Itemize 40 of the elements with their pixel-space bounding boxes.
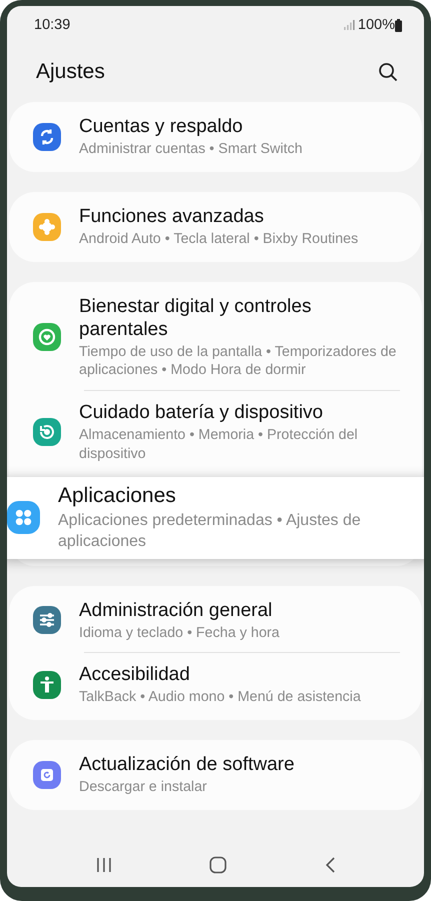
status-time: 10:39 <box>34 17 70 33</box>
item-title: Cuentas y respaldo <box>79 115 244 138</box>
settings-item[interactable]: Bienestar digital y controles parentales Tiempo de uso de la pantalla • Temporizadores de aplicaciones • Modo Hora de dormir <box>9 284 422 390</box>
item-subtitle: Tiempo de uso de la pantalla • Temporizadores de aplicaciones • Modo Hora de dormir <box>79 342 398 380</box>
signal-icon <box>342 19 355 31</box>
person-icon <box>33 671 61 700</box>
gear-icon <box>33 212 61 241</box>
item-subtitle: Descargar e instalar <box>79 778 208 797</box>
item-title: Cuidado batería y dispositivo <box>79 401 324 424</box>
sliders-icon <box>33 606 61 634</box>
item-subtitle: Aplicaciones predeterminadas • Ajustes de aplicaciones <box>58 510 362 552</box>
dots-icon <box>7 501 40 534</box>
item-title: Administración general <box>79 598 274 622</box>
item-title: Accesibilidad <box>79 663 191 686</box>
refresh-icon <box>33 418 61 446</box>
item-title: Actualización de software <box>79 753 296 776</box>
settings-item[interactable]: Administración general Idioma y teclado • Fecha y hora <box>9 588 422 652</box>
sync-icon <box>33 122 61 151</box>
item-title: Bienestar digital y controles parentales <box>79 294 312 341</box>
settings-item[interactable]: Cuentas y respaldo Administrar cuentas • Smart Switch <box>9 105 422 169</box>
highlighted-settings-item[interactable]: Aplicaciones Aplicaciones predeterminadas • Ajustes de aplicaciones <box>7 477 424 559</box>
home-button[interactable] <box>208 856 226 874</box>
settings-item[interactable]: Actualización de software Descargar e instalar <box>9 743 422 807</box>
settings-item[interactable]: Accesibilidad TalkBack • Audio mono • Menú de asistencia <box>9 653 422 718</box>
page-title: Ajustes <box>36 60 105 84</box>
update-icon <box>33 760 61 789</box>
item-subtitle: TalkBack • Audio mono • Menú de asistencia <box>79 688 362 708</box>
item-subtitle: Administrar cuentas • Smart Switch <box>79 140 304 159</box>
item-title: Aplicaciones <box>58 483 177 509</box>
battery-icon <box>395 18 402 32</box>
recents-button[interactable] <box>96 857 112 873</box>
item-subtitle: Almacenamiento • Memoria • Protección del dispositivo <box>79 426 359 464</box>
item-subtitle: Idioma y teclado • Fecha y hora <box>79 624 280 642</box>
battery-level: 100% <box>358 17 395 33</box>
settings-item[interactable]: Funciones avanzadas Android Auto • Tecla lateral • Bixby Routines <box>9 194 422 258</box>
back-button[interactable] <box>324 856 336 874</box>
search-button[interactable] <box>378 62 398 82</box>
item-subtitle: Android Auto • Tecla lateral • Bixby Routines <box>79 230 360 248</box>
settings-item[interactable]: Cuidado batería y dispositivo Almacenamiento • Memoria • Protección del dispositivo <box>9 391 422 474</box>
item-title: Funciones avanzadas <box>79 204 265 228</box>
